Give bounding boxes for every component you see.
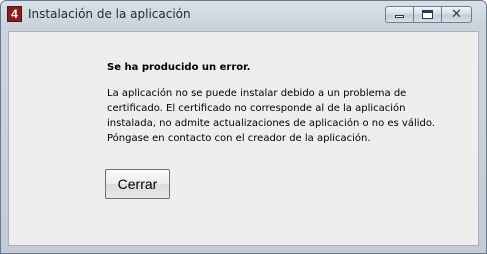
- error-heading: Se ha producido un error.: [107, 62, 251, 73]
- installer-window: 4 Instalación de la aplicación ✕ Se ha p…: [0, 0, 487, 254]
- minimize-button[interactable]: [385, 6, 414, 23]
- error-message: La aplicación no se puede instalar debid…: [107, 88, 436, 144]
- maximize-button[interactable]: [413, 6, 442, 23]
- minimize-icon: [395, 15, 404, 18]
- app-logo-icon: 4: [7, 6, 22, 22]
- close-button[interactable]: Cerrar: [105, 169, 170, 199]
- caption-buttons: ✕: [385, 6, 472, 24]
- maximize-icon: [422, 10, 433, 19]
- close-window-button[interactable]: ✕: [441, 6, 472, 23]
- title-bar[interactable]: 4 Instalación de la aplicación ✕: [1, 1, 486, 30]
- close-icon: ✕: [451, 7, 462, 22]
- window-title: Instalación de la aplicación: [28, 7, 191, 21]
